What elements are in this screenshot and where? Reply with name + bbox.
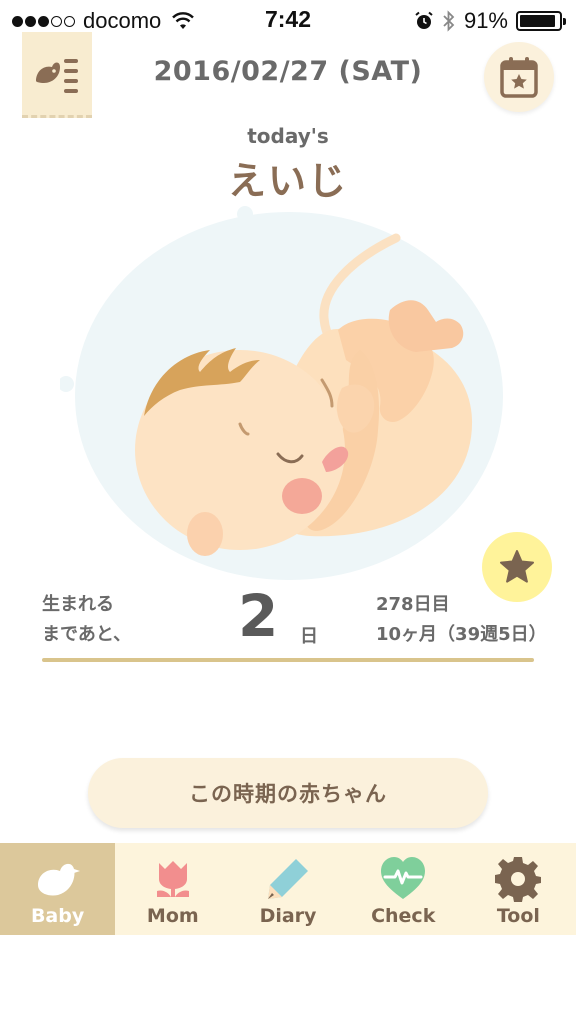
heart-pulse-icon [381,857,426,899]
tab-baby-label: Baby [30,905,85,927]
pregnancy-month-week: 10ヶ月（39週5日） [376,624,547,645]
pencil-icon [268,859,308,899]
menu-button[interactable] [22,32,92,118]
countdown-label: 生まれる まであと、 [42,590,131,650]
status-right: 91% [414,8,566,34]
alarm-icon [415,11,433,29]
bird-icon [37,863,80,896]
pregnancy-progress: 278日目 10ヶ月（39週5日） [376,590,547,650]
fetus-illustration [60,206,503,580]
calendar-button[interactable] [484,42,554,112]
tab-check[interactable]: Check [346,843,461,935]
tab-bar: Baby Mom Diary Check Tool [0,843,576,935]
tab-tool[interactable]: Tool [461,843,576,935]
tab-diary[interactable]: Diary [230,843,345,935]
days-unit: 日 [300,626,318,647]
tab-baby[interactable]: Baby [0,843,116,935]
countdown-label-line1: 生まれる [42,594,114,615]
tulip-icon [156,861,189,897]
days-remaining-number: 2 [238,582,279,650]
battery-icon [516,11,566,31]
header-date: 2016/02/27 (SAT) [153,56,423,87]
gear-icon [495,857,542,902]
today-label: today's [247,124,329,148]
battery-fill [520,15,555,27]
calendar-star-icon [500,57,538,98]
star-icon [500,550,534,583]
baby-this-period-button[interactable]: この時期の赤ちゃん [88,758,488,828]
tab-diary-label: Diary [259,905,317,927]
baby-name: えいじ [227,159,348,203]
countdown-divider [42,658,534,662]
countdown-label-line2: まであと、 [42,624,132,645]
bird-menu-icon [36,58,78,93]
tab-mom-label: Mom [146,905,199,927]
tab-tool-label: Tool [496,905,540,927]
battery-percent: 91% [463,8,508,33]
tab-check-label: Check [371,905,436,927]
bluetooth-icon [443,10,455,32]
countdown-row: 生まれる まであと、 2 日 278日目 10ヶ月（39週5日） [42,582,547,654]
pregnancy-day-count: 278日目 [376,594,450,615]
tab-mom[interactable]: Mom [115,843,230,935]
